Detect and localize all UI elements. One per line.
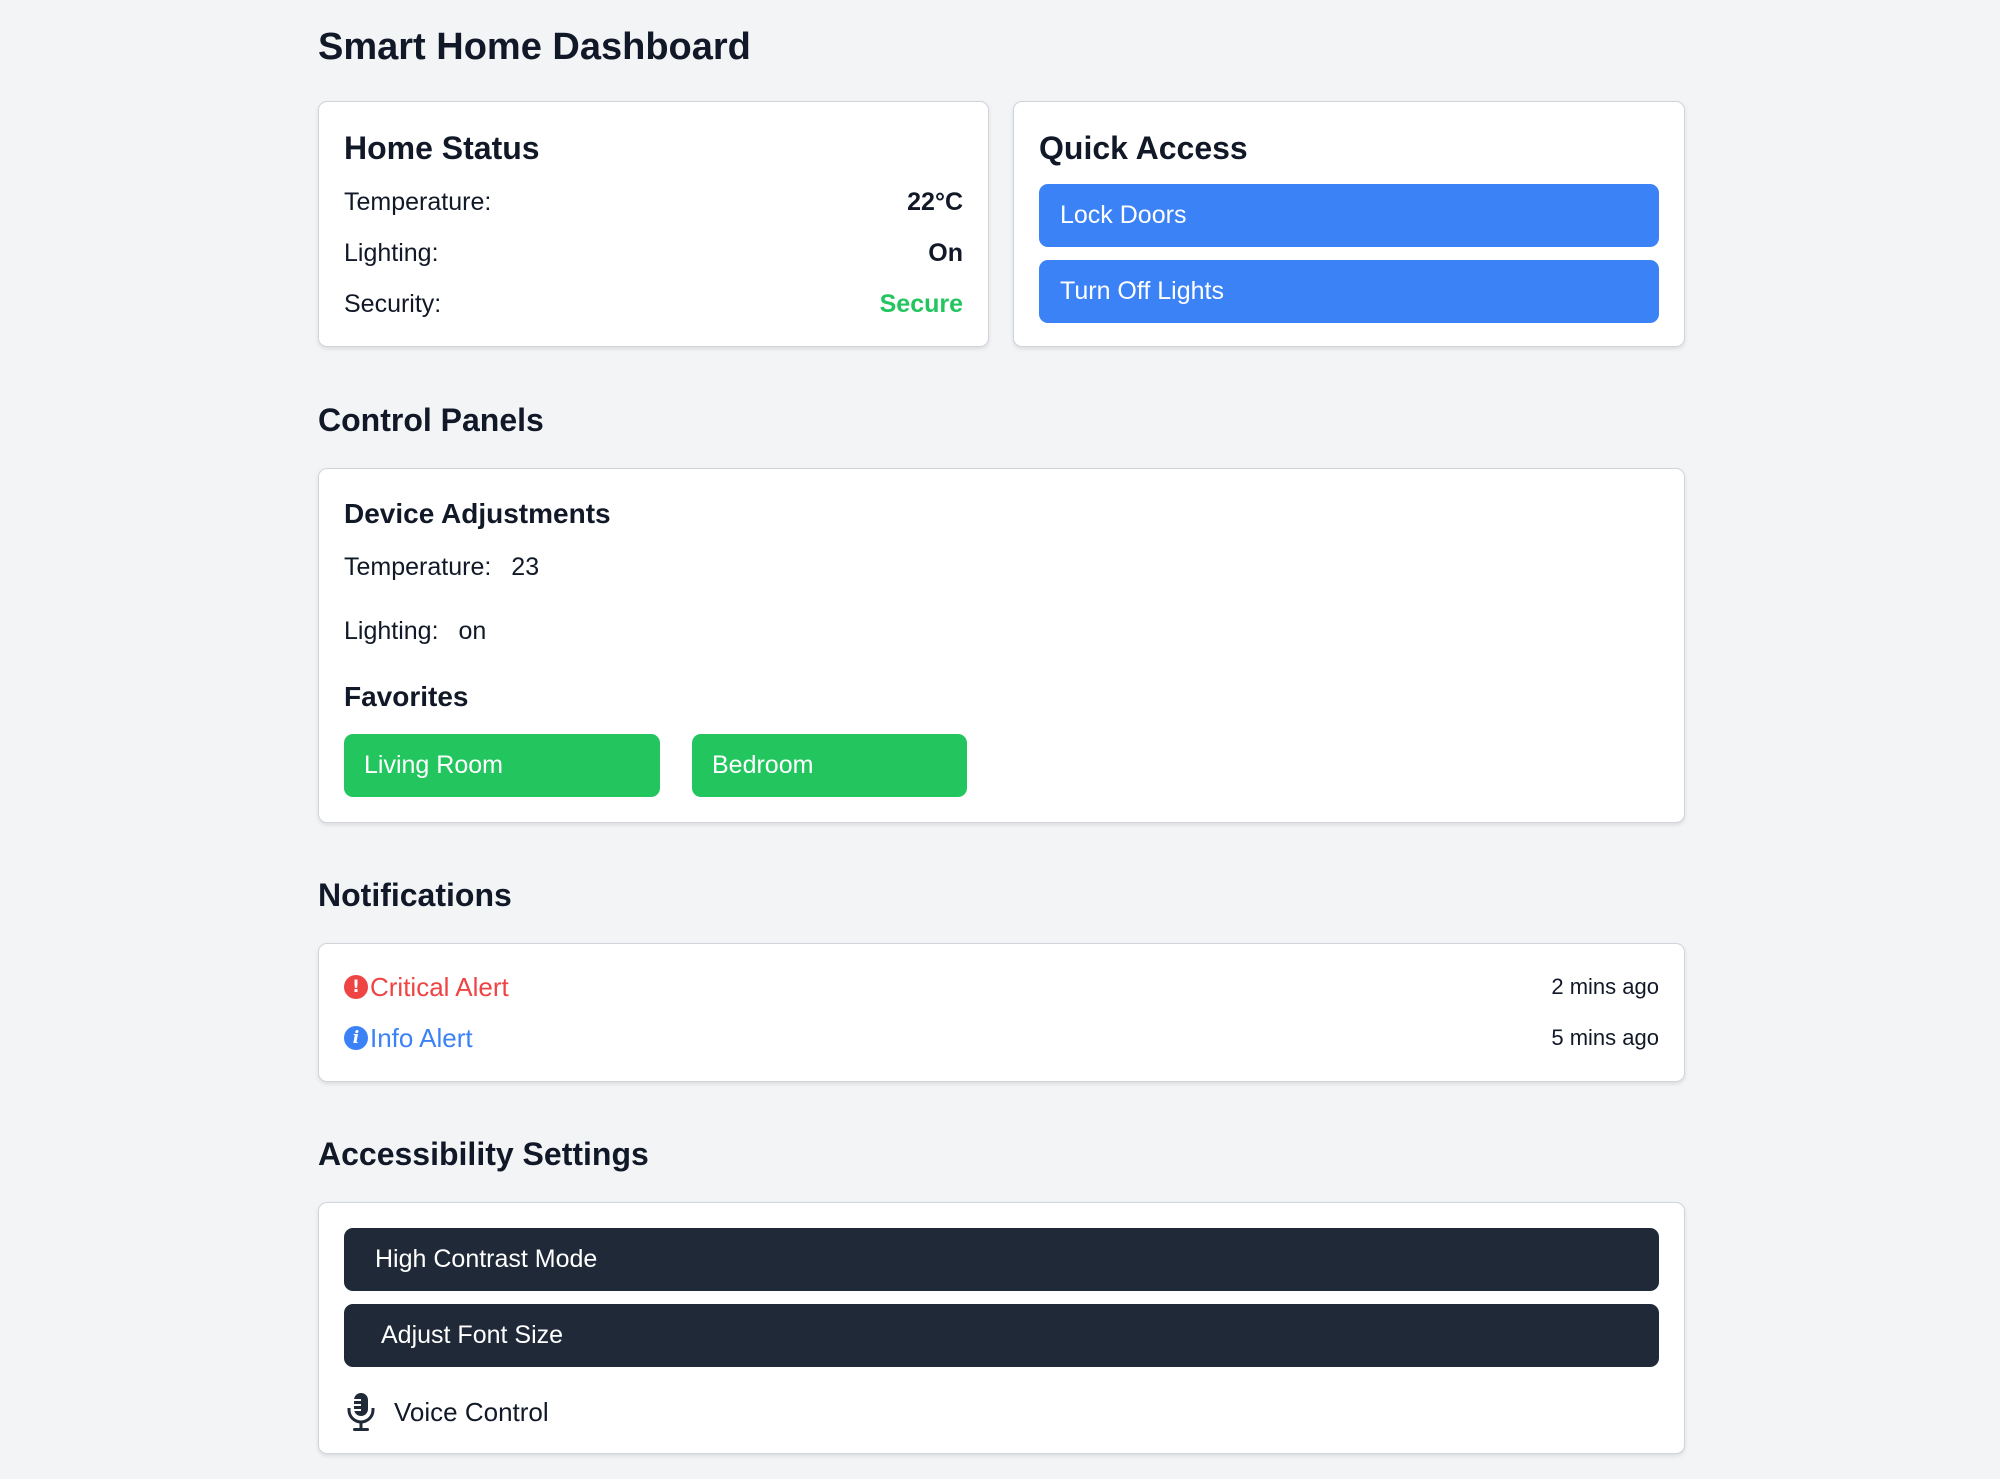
notification-item[interactable]: ! Critical Alert 2 mins ago [344, 967, 1659, 1007]
lighting-adjustment-value[interactable]: on [459, 617, 487, 645]
status-row-temperature: Temperature: 22°C [344, 182, 963, 222]
favorites-title: Favorites [344, 681, 469, 712]
status-label-lighting: Lighting: [344, 238, 439, 267]
notifications-heading: Notifications [318, 877, 512, 913]
notification-time: 5 mins ago [1551, 1025, 1659, 1050]
high-contrast-mode-button[interactable]: High Contrast Mode [344, 1228, 1659, 1291]
exclamation-circle-icon: ! [344, 975, 368, 999]
lighting-adjustment-label: Lighting: [344, 617, 439, 645]
status-label-temperature: Temperature: [344, 187, 492, 216]
voice-control-label: Voice Control [394, 1396, 549, 1427]
quick-access-card: Quick Access Lock Doors Turn Off Lights [1013, 101, 1685, 347]
microphone-icon [347, 1393, 375, 1431]
notifications-card: ! Critical Alert 2 mins ago i Info Alert… [318, 943, 1685, 1082]
control-panels-card: Device Adjustments Temperature: 23 Lighti… [318, 468, 1685, 823]
turn-off-lights-button[interactable]: Turn Off Lights [1039, 260, 1659, 323]
temperature-adjustment: Temperature: 23 [344, 553, 539, 582]
info-circle-icon: i [344, 1026, 368, 1050]
home-status-title: Home Status [344, 130, 540, 166]
status-value-temperature: 22°C [907, 187, 963, 216]
notification-label-group: i Info Alert [344, 1023, 473, 1054]
notification-label: Info Alert [370, 1022, 473, 1053]
device-adjustments-title: Device Adjustments [344, 498, 611, 529]
status-value-lighting: On [928, 238, 963, 267]
accessibility-heading: Accessibility Settings [318, 1136, 649, 1172]
quick-access-title: Quick Access [1039, 130, 1248, 166]
home-status-card: Home Status Temperature: 22°C Lighting: … [318, 101, 989, 347]
accessibility-card: High Contrast Mode Adjust Font Size Voic… [318, 1202, 1685, 1454]
temperature-adjustment-value[interactable]: 23 [511, 553, 539, 581]
favorite-living-room-button[interactable]: Living Room [344, 734, 660, 797]
notification-label-group: ! Critical Alert [344, 972, 509, 1003]
page-title: Smart Home Dashboard [318, 26, 751, 68]
voice-control[interactable]: Voice Control [344, 1389, 549, 1435]
adjust-font-size-button[interactable]: Adjust Font Size [344, 1304, 1659, 1367]
notification-time: 2 mins ago [1551, 974, 1659, 999]
status-row-security: Security: Secure [344, 284, 963, 324]
control-panels-heading: Control Panels [318, 402, 544, 438]
status-value-security: Secure [879, 289, 963, 318]
status-label-security: Security: [344, 289, 442, 318]
temperature-adjustment-label: Temperature: [344, 553, 492, 581]
favorite-bedroom-button[interactable]: Bedroom [692, 734, 967, 797]
lock-doors-button[interactable]: Lock Doors [1039, 184, 1659, 247]
status-row-lighting: Lighting: On [344, 233, 963, 273]
lighting-adjustment: Lighting: on [344, 617, 486, 646]
notification-label: Critical Alert [370, 971, 509, 1002]
notification-item[interactable]: i Info Alert 5 mins ago [344, 1018, 1659, 1058]
